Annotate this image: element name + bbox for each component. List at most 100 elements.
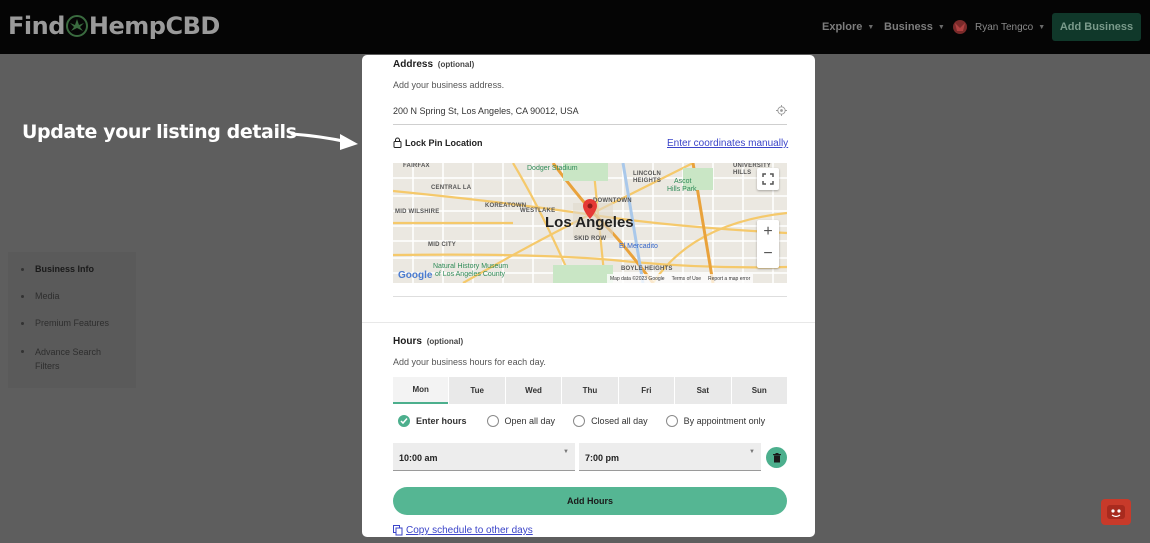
end-time-value: 7:00 pm <box>585 453 620 463</box>
tab-tue[interactable]: Tue <box>449 377 505 404</box>
map-label-fairfax: FAIRFAX <box>403 163 430 169</box>
address-value: 200 N Spring St, Los Angeles, CA 90012, … <box>393 106 579 116</box>
map-label-ascot-hills: Hills Park <box>667 186 697 193</box>
location-map[interactable]: FAIRFAX CENTRAL LA KOREATOWN WESTLAKE MI… <box>393 163 787 283</box>
radio-label: Closed all day <box>591 416 648 426</box>
enter-coordinates-link[interactable]: Enter coordinates manually <box>667 138 788 149</box>
radio-enter-hours[interactable]: Enter hours <box>398 415 467 427</box>
arrow-right-icon <box>290 132 358 150</box>
nav-business[interactable]: Business ▼ <box>884 0 945 54</box>
fullscreen-icon[interactable] <box>757 168 779 190</box>
sidebar-item-advance-search-filters[interactable]: Advance Search Filters <box>21 345 111 373</box>
zoom-controls: + − <box>757 220 779 268</box>
map-label-downtown: DOWNTOWN <box>593 198 632 204</box>
radio-circle-icon <box>486 415 499 427</box>
nav-explore-label: Explore <box>822 21 863 33</box>
chevron-down-icon: ▼ <box>867 23 875 31</box>
copy-schedule-link[interactable]: Copy schedule to other days <box>393 525 533 536</box>
trash-icon <box>772 452 781 462</box>
add-business-button[interactable]: Add Business <box>1052 13 1141 41</box>
sidebar-item-business-info[interactable]: Business Info <box>21 264 94 274</box>
map-label-nhm-2: of Los Angeles County <box>435 271 506 278</box>
tab-sat[interactable]: Sat <box>675 377 731 404</box>
map-label-hills: HILLS <box>733 170 752 176</box>
lock-pin-label: Lock Pin Location <box>405 137 483 148</box>
hours-description: Add your business hours for each day. <box>393 357 546 367</box>
optional-tag: (optional) <box>426 337 464 346</box>
lock-pin-toggle[interactable]: Lock Pin Location <box>393 137 483 148</box>
radio-circle-icon <box>573 415 586 427</box>
sidebar-item-label: Premium Features <box>35 318 110 328</box>
map-data-text: Map data ©2023 Google <box>610 275 665 282</box>
map-label-el-mercadito: El Mercadito <box>619 243 658 250</box>
chevron-down-icon: ▼ <box>749 449 755 455</box>
end-time-select[interactable]: 7:00 pm ▼ <box>579 443 761 471</box>
user-menu[interactable]: Ryan Tengco ▼ <box>952 0 1045 54</box>
tab-thu[interactable]: Thu <box>562 377 618 404</box>
optional-tag: (optional) <box>437 60 475 69</box>
map-label-boyle-heights: BOYLE HEIGHTS <box>621 266 673 272</box>
tab-fri[interactable]: Fri <box>618 377 675 404</box>
sidebar-item-label: Media <box>35 291 60 301</box>
zoom-out-icon[interactable]: − <box>763 244 772 268</box>
bullet-icon <box>21 268 24 271</box>
map-label-nhm-1: Natural History Museum <box>433 263 509 270</box>
map-label-dodger-stadium: Dodger Stadium <box>527 165 578 172</box>
radio-label: By appointment only <box>683 416 766 426</box>
delete-hours-button[interactable] <box>766 447 787 468</box>
tab-mon[interactable]: Mon <box>393 377 449 404</box>
chevron-down-icon: ▼ <box>563 449 569 455</box>
radio-closed-all-day[interactable]: Closed all day <box>573 415 648 427</box>
nav-business-label: Business <box>884 21 933 33</box>
map-pin-icon[interactable] <box>583 199 597 219</box>
sidebar-item-media[interactable]: Media <box>21 291 60 301</box>
address-input[interactable]: 200 N Spring St, Los Angeles, CA 90012, … <box>393 100 787 125</box>
chevron-down-icon: ▼ <box>937 23 945 31</box>
tab-sun[interactable]: Sun <box>731 377 787 404</box>
crosshair-icon[interactable] <box>776 105 787 116</box>
edit-listing-modal: Address (optional) Add your business add… <box>362 55 815 537</box>
map-label-central-la: CENTRAL LA <box>431 185 472 191</box>
lock-icon <box>393 137 402 148</box>
radio-open-all-day[interactable]: Open all day <box>486 415 556 427</box>
findhempcbd-logo[interactable]: Find Hemp CBD <box>8 12 220 40</box>
google-logo: Google <box>398 270 433 281</box>
chevron-down-icon: ▼ <box>1038 23 1046 31</box>
start-time-select[interactable]: 10:00 am ▼ <box>393 443 575 471</box>
bullet-icon <box>21 295 24 298</box>
address-description: Add your business address. <box>393 80 505 90</box>
map-report-link[interactable]: Report a map error <box>708 276 750 282</box>
start-time-value: 10:00 am <box>399 453 438 463</box>
map-label-mid-city: MID CITY <box>428 242 456 248</box>
bullet-icon <box>21 322 24 325</box>
tutorial-caption: Update your listing details <box>22 121 297 143</box>
zoom-in-icon[interactable]: + <box>763 220 772 244</box>
check-circle-icon <box>398 415 410 427</box>
chat-widget-button[interactable] <box>1101 499 1131 525</box>
logo-cbd-text: CBD <box>165 12 220 40</box>
map-terms-link[interactable]: Terms of Use <box>672 276 701 282</box>
tab-wed[interactable]: Wed <box>505 377 562 404</box>
copy-icon <box>393 525 403 536</box>
nav-explore[interactable]: Explore ▼ <box>822 0 874 54</box>
top-header: Find Hemp CBD Explore ▼ Business ▼ Ryan … <box>0 0 1150 54</box>
map-footer: Map data ©2023 Google Terms of Use Repor… <box>607 274 754 283</box>
address-title: Address (optional) <box>393 59 474 70</box>
section-separator <box>362 322 815 323</box>
avatar <box>953 20 967 34</box>
logo-find-text: Find <box>8 12 65 40</box>
sidebar-item-label: Business Info <box>35 264 95 274</box>
sidebar-item-premium-features[interactable]: Premium Features <box>21 318 109 328</box>
day-tabs: Mon Tue Wed Thu Fri Sat Sun <box>393 377 787 404</box>
map-label-lincoln: LINCOLN <box>633 171 662 177</box>
radio-label: Open all day <box>504 416 556 426</box>
radio-by-appointment[interactable]: By appointment only <box>665 415 766 427</box>
divider <box>393 296 787 297</box>
add-hours-button[interactable]: Add Hours <box>393 487 787 515</box>
user-name: Ryan Tengco <box>975 21 1034 33</box>
radio-circle-icon <box>665 415 678 427</box>
hours-title: Hours (optional) <box>393 336 463 347</box>
leaf-icon <box>65 15 88 37</box>
chat-bot-icon <box>1107 505 1125 519</box>
map-label-heights: HEIGHTS <box>633 178 662 184</box>
